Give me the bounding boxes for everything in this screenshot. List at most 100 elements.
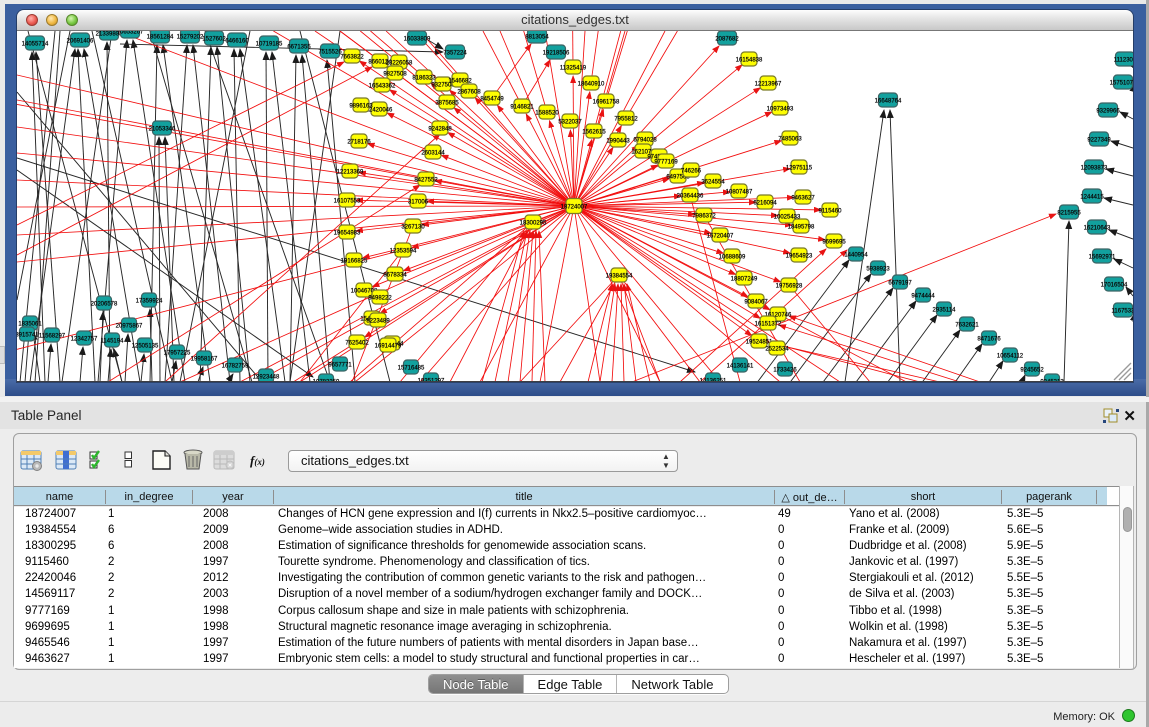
svg-text:8813054: 8813054: [525, 34, 549, 40]
svg-text:2087682: 2087682: [715, 36, 739, 42]
svg-text:7357224: 7357224: [443, 50, 467, 56]
svg-text:2718176: 2718176: [347, 139, 371, 145]
svg-text:16151372: 16151372: [755, 321, 782, 327]
svg-text:3915741: 3915741: [17, 332, 39, 338]
svg-text:3267130: 3267130: [401, 224, 425, 230]
svg-text:9896163: 9896163: [349, 103, 373, 109]
svg-text:8471676: 8471676: [977, 336, 1001, 342]
svg-text:14136141: 14136141: [727, 363, 754, 369]
svg-text:6679197: 6679197: [888, 280, 912, 286]
svg-text:1990443: 1990443: [606, 138, 630, 144]
svg-text:8215955: 8215955: [1057, 210, 1081, 216]
svg-text:12213967: 12213967: [755, 81, 782, 87]
svg-text:19654983: 19654983: [334, 230, 361, 236]
svg-text:18300295: 18300295: [520, 220, 547, 226]
svg-text:18807249: 18807249: [731, 276, 758, 282]
svg-text:10719185: 10719185: [256, 41, 283, 47]
svg-text:7625402: 7625402: [345, 340, 369, 346]
svg-text:15751074: 15751074: [1110, 80, 1133, 86]
svg-text:12093873: 12093873: [1081, 165, 1108, 171]
svg-text:8678334: 8678334: [383, 272, 407, 278]
svg-text:9242848: 9242848: [428, 126, 452, 132]
svg-text:2603144: 2603144: [421, 150, 445, 156]
svg-text:16648764: 16648764: [875, 98, 902, 104]
svg-text:2867608: 2867608: [457, 89, 481, 95]
svg-text:7955812: 7955812: [614, 116, 638, 122]
svg-text:2522534: 2522534: [765, 346, 789, 352]
svg-text:3624554: 3624554: [701, 179, 725, 185]
svg-text:8454749: 8454749: [480, 96, 504, 102]
svg-text:1112305: 1112305: [1114, 57, 1133, 63]
svg-text:8223489: 8223489: [366, 318, 390, 324]
svg-text:16154838: 16154838: [736, 57, 763, 63]
svg-text:9827508: 9827508: [383, 71, 407, 77]
svg-text:12923448: 12923448: [253, 374, 280, 380]
svg-text:10654112: 10654112: [997, 353, 1024, 359]
svg-text:12342757: 12342757: [71, 336, 98, 342]
svg-text:1145194: 1145194: [101, 338, 125, 344]
svg-text:7515526: 7515526: [318, 49, 342, 55]
svg-text:20691406: 20691406: [67, 38, 94, 44]
svg-text:19218506: 19218506: [543, 50, 570, 56]
svg-text:11568297: 11568297: [39, 333, 66, 339]
svg-text:20364436: 20364436: [677, 193, 704, 199]
svg-text:6671355: 6671355: [287, 44, 311, 50]
svg-text:9329966: 9329966: [1096, 108, 1120, 114]
svg-text:6216094: 6216094: [753, 200, 777, 206]
svg-text:12505135: 12505135: [132, 343, 159, 349]
svg-text:15716485: 15716485: [398, 365, 425, 371]
svg-text:16033809: 16033809: [404, 36, 431, 42]
svg-text:14055714: 14055714: [22, 41, 49, 47]
svg-text:18495798: 18495798: [788, 224, 815, 230]
svg-text:12353594: 12353594: [390, 248, 417, 254]
svg-text:19756928: 19756928: [776, 283, 803, 289]
svg-text:8427552: 8427552: [414, 177, 438, 183]
svg-text:746266: 746266: [681, 168, 702, 174]
svg-text:12975115: 12975115: [786, 165, 813, 171]
svg-text:9084067: 9084067: [744, 299, 768, 305]
svg-text:6466160: 6466160: [225, 38, 249, 44]
svg-text:8186323: 8186323: [412, 75, 436, 81]
svg-text:7986372: 7986372: [692, 213, 716, 219]
svg-text:19958167: 19958167: [191, 356, 218, 362]
svg-text:9115460: 9115460: [819, 208, 843, 214]
svg-text:9146821: 9146821: [510, 104, 534, 110]
svg-text:19166825: 19166825: [341, 258, 368, 264]
svg-text:9227349: 9227349: [1087, 137, 1111, 143]
svg-text:9657771: 9657771: [328, 362, 352, 368]
svg-text:7485063: 7485063: [778, 136, 802, 142]
svg-text:3875685: 3875685: [435, 100, 459, 106]
svg-text:f(x): f(x): [250, 453, 265, 468]
svg-text:10807487: 10807487: [726, 189, 753, 195]
svg-text:7663822: 7663822: [340, 54, 364, 60]
svg-text:9474444: 9474444: [911, 293, 935, 299]
svg-text:18640910: 18640910: [578, 81, 605, 87]
svg-text:10688609: 10688609: [719, 254, 746, 260]
svg-text:7632621: 7632621: [955, 322, 979, 328]
svg-text:15692971: 15692971: [1089, 254, 1116, 260]
svg-text:1562615: 1562615: [582, 129, 606, 135]
svg-text:18561284: 18561284: [147, 34, 174, 40]
svg-text:20975867: 20975867: [116, 323, 143, 329]
svg-text:19654923: 19654923: [786, 253, 813, 259]
svg-text:16107553: 16107553: [334, 198, 361, 204]
svg-text:9463627: 9463627: [791, 195, 815, 201]
svg-text:1733426: 1733426: [773, 367, 797, 373]
svg-text:16961758: 16961758: [593, 99, 620, 105]
svg-text:9245652: 9245652: [1020, 367, 1044, 373]
svg-text:11325419: 11325419: [560, 65, 587, 71]
svg-text:9777169: 9777169: [654, 159, 678, 165]
svg-text:20206578: 20206578: [91, 301, 118, 307]
svg-text:17359924: 17359924: [136, 298, 163, 304]
svg-text:5938923: 5938923: [866, 266, 890, 272]
svg-text:9498222: 9498222: [368, 295, 392, 301]
svg-text:16210643: 16210643: [1084, 225, 1111, 231]
svg-text:9699695: 9699695: [822, 239, 846, 245]
svg-text:317006: 317006: [408, 199, 429, 205]
svg-text:1244415: 1244415: [1080, 194, 1104, 200]
svg-text:21053346: 21053346: [149, 126, 176, 132]
svg-text:16543362: 16543362: [369, 83, 396, 89]
svg-text:18724007: 18724007: [561, 204, 588, 210]
svg-text:15279202: 15279202: [177, 34, 204, 40]
svg-text:17016504: 17016504: [1101, 282, 1128, 288]
